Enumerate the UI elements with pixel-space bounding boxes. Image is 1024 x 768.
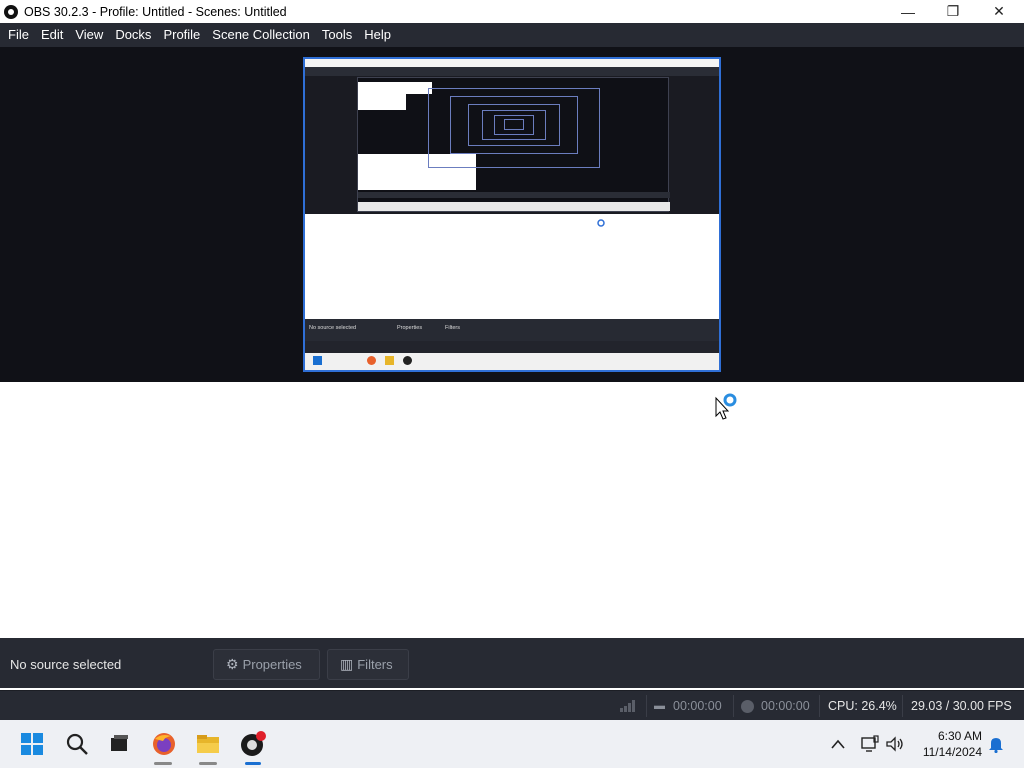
record-icon — [741, 699, 754, 713]
windows-taskbar: 6:30 AM 11/14/2024 — [0, 720, 1024, 768]
explorer-running-indicator — [199, 762, 217, 765]
minimize-button[interactable]: — — [885, 0, 931, 23]
notifications-bell-icon[interactable] — [988, 720, 1004, 768]
properties-panel — [4, 382, 1020, 638]
windows-start-icon[interactable] — [18, 730, 46, 758]
stream-icon: ▬ — [654, 700, 665, 712]
busy-cursor-icon — [715, 393, 737, 420]
record-time: 00:00:00 — [761, 699, 810, 713]
network-bars-icon — [619, 691, 637, 721]
window-title: OBS 30.2.3 - Profile: Untitled - Scenes:… — [24, 4, 287, 19]
menu-bar: File Edit View Docks Profile Scene Colle… — [0, 23, 1024, 47]
stream-time: 00:00:00 — [673, 699, 722, 713]
firefox-running-indicator — [154, 762, 172, 765]
maximize-button[interactable]: ❐ — [930, 0, 976, 23]
nested-white-block — [358, 154, 418, 190]
nested-capture — [305, 59, 719, 214]
menu-tools[interactable]: Tools — [316, 23, 358, 47]
nested-taskbar-strip — [358, 202, 670, 211]
no-source-label: No source selected — [10, 657, 122, 672]
clock-time: 6:30 AM — [937, 729, 982, 743]
network-icon[interactable] — [860, 720, 880, 768]
nested-white-block — [358, 82, 406, 110]
menu-view[interactable]: View — [69, 23, 109, 47]
title-bar: OBS 30.2.3 - Profile: Untitled - Scenes:… — [0, 0, 1024, 23]
fps-readout: 29.03 / 30.00 FPS — [911, 699, 1012, 713]
filters-button[interactable]: ▥ Filters — [327, 649, 409, 680]
nested-start-icon — [313, 356, 322, 365]
file-explorer-icon[interactable] — [194, 730, 222, 758]
search-icon[interactable] — [63, 730, 91, 758]
obs-active-indicator — [245, 762, 261, 765]
nested-filters: Filters — [445, 325, 460, 331]
obs-icon[interactable] — [239, 730, 267, 758]
close-button[interactable]: ✕ — [976, 0, 1022, 23]
system-clock[interactable]: 6:30 AM 11/14/2024 — [918, 728, 982, 760]
context-bar — [0, 638, 1024, 688]
cpu-usage: CPU: 26.4% — [828, 699, 897, 713]
firefox-icon[interactable] — [150, 730, 178, 758]
record-status: 00:00:00 — [741, 691, 810, 721]
nested-menu-bar — [305, 67, 719, 76]
menu-file[interactable]: File — [2, 23, 35, 47]
status-separator — [819, 695, 820, 717]
clock-date: 11/14/2024 — [922, 745, 982, 759]
tunnel-frame — [504, 119, 524, 130]
show-hidden-icons[interactable] — [830, 720, 846, 768]
stream-status: ▬ 00:00:00 — [654, 691, 722, 721]
properties-button[interactable]: ⚙ Properties — [213, 649, 320, 680]
nested-properties: Properties — [397, 325, 423, 331]
nested-title-bar — [305, 59, 719, 67]
task-view-icon[interactable] — [105, 730, 133, 758]
nested-no-source: No source selected — [309, 325, 357, 331]
menu-help[interactable]: Help — [358, 23, 397, 47]
nested-preview — [357, 77, 670, 212]
status-separator — [646, 695, 647, 717]
menu-docks[interactable]: Docks — [109, 23, 157, 47]
nested-context-bar: No source selected Properties Filters — [305, 319, 719, 341]
nested-status-strip — [358, 192, 670, 198]
menu-profile[interactable]: Profile — [157, 23, 206, 47]
status-bar: ▬ 00:00:00 00:00:00 CPU: 26.4% 29.03 / 3… — [0, 690, 1024, 720]
status-separator — [733, 695, 734, 717]
filters-icon: ▥ — [340, 656, 354, 672]
nested-obs-icon — [403, 356, 412, 365]
menu-scene-collection[interactable]: Scene Collection — [206, 23, 316, 47]
filters-button-label: Filters — [357, 657, 393, 672]
obs-app-icon — [4, 4, 18, 19]
nested-firefox-icon — [367, 356, 376, 365]
gear-icon: ⚙ — [226, 656, 239, 672]
nested-folder-icon — [385, 356, 394, 365]
menu-edit[interactable]: Edit — [35, 23, 69, 47]
nested-status-bar — [305, 341, 719, 353]
nested-taskbar — [305, 353, 719, 370]
preview-canvas[interactable]: No source selected Properties Filters — [303, 57, 721, 372]
nested-cursor-icon — [597, 219, 605, 227]
properties-button-label: Properties — [242, 657, 302, 672]
status-separator — [902, 695, 903, 717]
volume-icon[interactable] — [885, 720, 905, 768]
